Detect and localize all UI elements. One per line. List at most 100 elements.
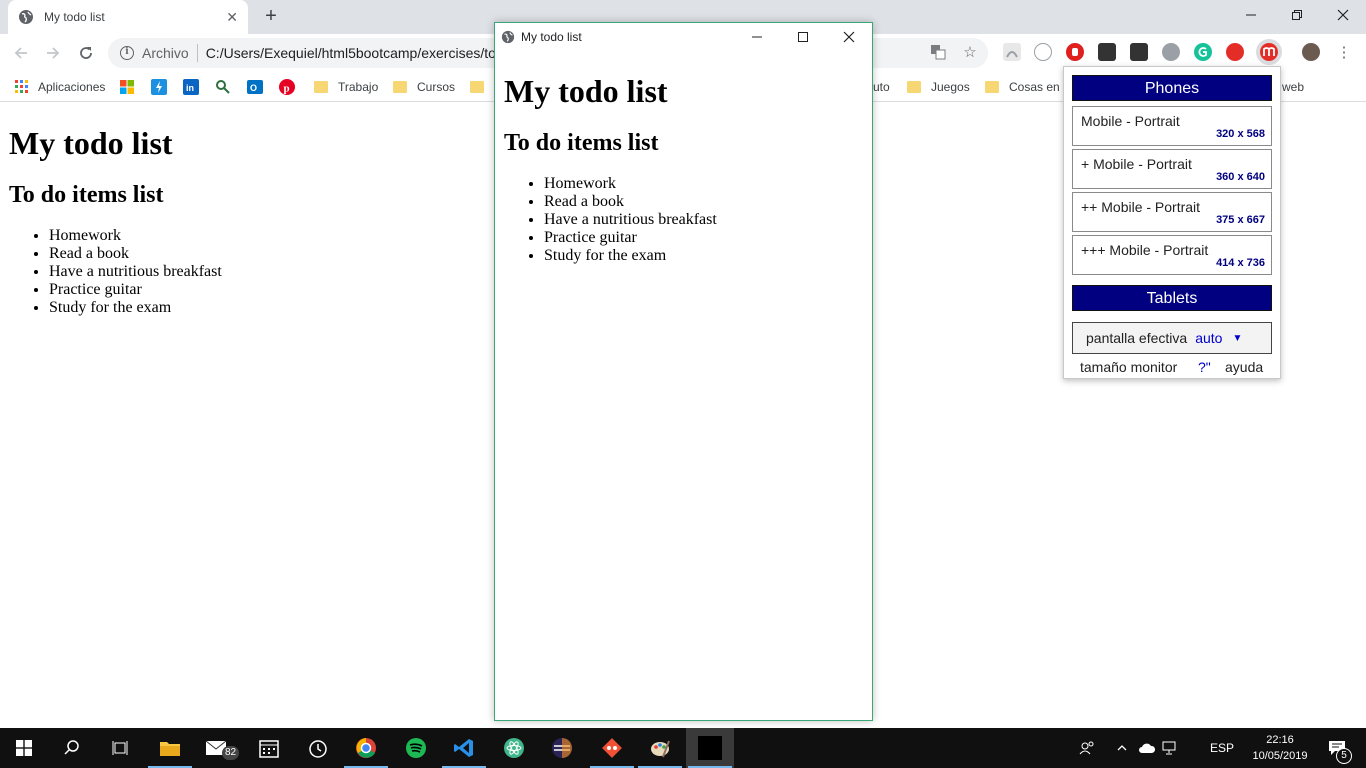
bookmark-apps[interactable]: Aplicaciones (14, 76, 105, 98)
vscode-icon[interactable] (440, 728, 488, 768)
translate-icon[interactable] (928, 42, 948, 62)
address-url[interactable]: C:/Users/Exequiel/html5bootcamp/exercise… (206, 45, 496, 61)
bookmark-folder-partial[interactable] (470, 76, 494, 98)
windows-start-icon[interactable] (0, 728, 48, 768)
bookmark-folder-uto[interactable]: uto (873, 76, 890, 98)
popup-window[interactable]: My todo list My todo list To do items li… (494, 22, 873, 721)
tablets-header[interactable]: Tablets (1072, 285, 1272, 311)
svg-text:in: in (186, 83, 194, 93)
todo-item: Study for the exam (544, 247, 717, 265)
folder-icon (985, 81, 999, 93)
svg-text:p: p (284, 83, 290, 95)
page-subheading: To do items list (9, 182, 164, 208)
refresh-extension-icon[interactable] (1226, 43, 1244, 61)
effective-screen-select[interactable]: pantalla efectiva auto ▼ (1072, 322, 1272, 354)
close-tab-icon[interactable]: ✕ (226, 9, 238, 26)
todo-item: Study for the exam (49, 299, 222, 317)
forward-arrow-icon[interactable] (42, 42, 64, 64)
search-icon[interactable] (48, 728, 96, 768)
flow-extension-icon[interactable] (1098, 43, 1116, 61)
device-option-plusplus-mobile-portrait[interactable]: ++ Mobile - Portrait 375 x 667 (1072, 192, 1272, 232)
profile-avatar[interactable] (1302, 43, 1320, 61)
todo-item: Read a book (49, 245, 222, 263)
mail-icon[interactable]: 82 (194, 728, 242, 768)
pinterest-bookmark-icon[interactable]: p (279, 76, 295, 98)
network-icon[interactable] (1160, 728, 1182, 768)
monitor-size-label: tamaño monitor (1080, 359, 1178, 375)
paint-icon[interactable] (636, 728, 684, 768)
language-indicator[interactable]: ESP (1204, 728, 1240, 768)
atom-icon[interactable] (490, 728, 538, 768)
grammarly-extension-icon[interactable] (1194, 43, 1212, 61)
site-info-icon[interactable]: i (120, 46, 134, 60)
monitor-size-value[interactable]: ?" (1198, 359, 1211, 375)
todo-item: Read a book (544, 193, 717, 211)
todo-document: My todo list To do items list Homework R… (9, 125, 222, 317)
globe-icon (19, 10, 33, 24)
git-icon[interactable] (588, 728, 636, 768)
back-arrow-icon[interactable] (10, 42, 32, 64)
page-heading: My todo list (9, 125, 173, 161)
adblock-extension-icon[interactable] (1066, 43, 1084, 61)
dark-extension-icon[interactable] (1130, 43, 1148, 61)
calendar-icon[interactable] (245, 728, 293, 768)
popup-page-heading: My todo list (504, 73, 668, 109)
popup-maximize-icon[interactable] (780, 23, 826, 51)
code-extension-icon[interactable] (1034, 43, 1052, 61)
bookmark-label: Cosas en g (1009, 80, 1070, 94)
task-view-icon[interactable] (96, 728, 144, 768)
reload-icon[interactable] (75, 42, 97, 64)
terminal-icon[interactable] (686, 728, 734, 768)
outlook-bookmark-icon[interactable]: O (247, 76, 263, 98)
notification-count: 5 (1336, 748, 1352, 764)
popup-titlebar[interactable]: My todo list (495, 23, 872, 51)
effective-label: pantalla efectiva (1086, 330, 1188, 346)
popup-close-icon[interactable] (826, 23, 872, 51)
taskbar-clock[interactable]: 22:16 10/05/2019 (1244, 732, 1316, 764)
apps-grid-icon (15, 80, 28, 93)
spotify-icon[interactable] (392, 728, 440, 768)
folder-icon (393, 81, 407, 93)
alarm-clock-icon[interactable] (294, 728, 342, 768)
microsoft-bookmark-icon[interactable] (119, 76, 135, 98)
onedrive-cloud-icon[interactable] (1136, 728, 1158, 768)
bookmark-folder-juegos[interactable]: Juegos (907, 76, 970, 98)
popup-page-subheading: To do items list (504, 130, 659, 156)
bookmark-folder-cosas[interactable]: Cosas en g (985, 76, 1070, 98)
device-option-mobile-portrait[interactable]: Mobile - Portrait 320 x 568 (1072, 106, 1272, 146)
linkedin-bookmark-icon[interactable]: in (183, 76, 199, 98)
browser-tab[interactable]: My todo list ✕ (8, 0, 248, 34)
minimize-window-icon[interactable] (1228, 0, 1274, 30)
todo-item: Homework (544, 175, 717, 193)
mail-badge: 82 (222, 746, 240, 760)
device-name: + Mobile - Portrait (1081, 156, 1192, 172)
eclipse-icon[interactable] (538, 728, 586, 768)
new-tab-button[interactable]: + (260, 5, 282, 27)
device-option-plus-mobile-portrait[interactable]: + Mobile - Portrait 360 x 640 (1072, 149, 1272, 189)
bookmark-folder-web[interactable]: web (1282, 76, 1304, 98)
restore-window-icon[interactable] (1274, 0, 1320, 30)
popup-minimize-icon[interactable] (734, 23, 780, 51)
bookmark-label: web (1282, 80, 1305, 94)
bookmark-star-icon[interactable]: ☆ (960, 42, 980, 62)
help-link[interactable]: ayuda (1225, 359, 1263, 375)
notifications-icon[interactable]: 5 (1322, 728, 1352, 768)
people-icon[interactable] (1076, 728, 1098, 768)
tray-chevron-up-icon[interactable] (1112, 728, 1132, 768)
menu-kebab-icon[interactable]: ⋮ (1334, 42, 1354, 62)
device-option-plusplusplus-mobile-portrait[interactable]: +++ Mobile - Portrait 414 x 736 (1072, 235, 1272, 275)
bookmark-folder-trabajo[interactable]: Trabajo (314, 76, 378, 98)
bolt-bookmark-icon[interactable] (151, 76, 167, 98)
file-explorer-icon[interactable] (146, 728, 194, 768)
close-window-icon[interactable] (1320, 0, 1366, 30)
search-bookmark-icon[interactable] (215, 76, 231, 98)
popup-todo-list: Homework Read a book Have a nutritious b… (544, 175, 717, 265)
folder-icon (907, 81, 921, 93)
resolution-extension-button[interactable] (1256, 39, 1282, 65)
todo-item: Have a nutritious breakfast (49, 263, 222, 281)
bookmark-folder-cursos[interactable]: Cursos (393, 76, 455, 98)
chrome-icon[interactable] (342, 728, 390, 768)
pdf-extension-icon[interactable] (1003, 43, 1021, 61)
globe-icon (501, 30, 515, 44)
gear-extension-icon[interactable] (1162, 43, 1180, 61)
